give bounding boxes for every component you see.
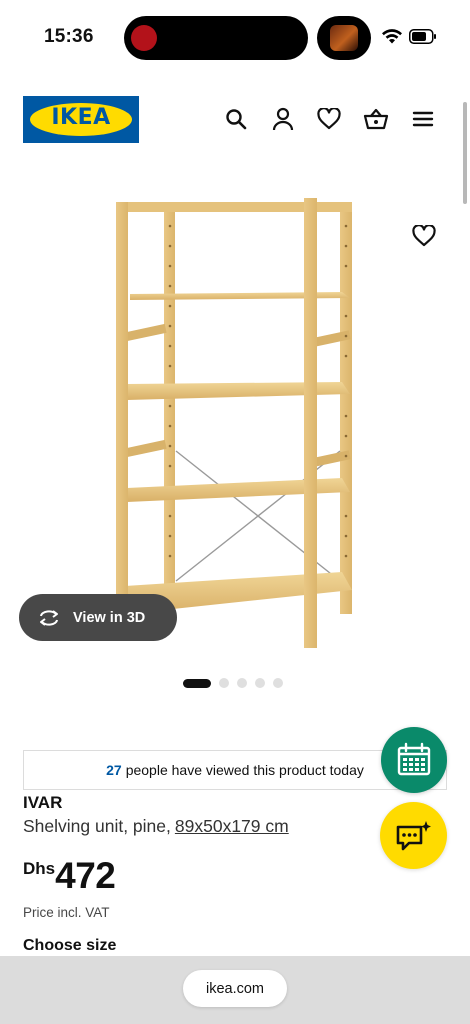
carousel-dot[interactable] [273,678,283,688]
search-icon[interactable] [223,106,249,132]
product-image[interactable] [96,186,376,656]
product-description: Shelving unit, pine, 89x50x179 cm [23,816,289,837]
image-carousel-dots [183,678,283,688]
price-note: Price incl. VAT [23,905,110,920]
wifi-icon [382,29,402,44]
browser-bottom-bar: ikea.com [0,956,470,1024]
views-text: people have viewed this product today [125,762,364,778]
heart-icon[interactable] [316,106,342,132]
view-in-3d-label: View in 3D [73,609,146,626]
ikea-logo[interactable]: IKEA [23,96,139,143]
page-scrollbar[interactable] [463,102,467,204]
chat-assistant-button[interactable] [380,802,447,869]
menu-icon[interactable] [410,106,436,132]
product-dimensions-link[interactable]: 89x50x179 cm [175,816,289,836]
dynamic-island [124,16,308,60]
carousel-dot[interactable] [219,678,229,688]
carousel-dot-active[interactable] [183,678,211,688]
battery-icon [409,29,436,44]
product-type: Shelving unit, pine, [23,816,171,836]
chat-sparkle-icon [396,820,431,850]
carousel-dot[interactable] [237,678,247,688]
status-time: 15:36 [44,26,94,47]
account-icon[interactable] [270,106,296,132]
calendar-button[interactable] [381,727,447,793]
price-currency: Dhs [23,859,56,878]
now-playing-artwork [317,16,371,60]
basket-icon[interactable] [363,106,389,132]
album-art-icon [330,25,358,51]
product-name: IVAR [23,793,63,812]
island-app-logo-icon [131,25,157,51]
views-count: 27 [106,762,122,778]
carousel-dot[interactable] [255,678,265,688]
product-price: Dhs 472 [23,855,116,897]
calendar-icon [397,742,431,776]
choose-size-heading: Choose size [23,937,117,954]
site-header: IKEA [0,94,470,146]
price-amount: 472 [55,855,116,896]
rotate-3d-icon [40,609,58,626]
save-to-favourites-icon[interactable] [410,222,438,250]
url-bar[interactable]: ikea.com [183,970,287,1007]
logo-text: IKEA [51,105,111,130]
status-bar: 15:36 [0,0,470,76]
view-in-3d-button[interactable]: View in 3D [19,594,177,641]
